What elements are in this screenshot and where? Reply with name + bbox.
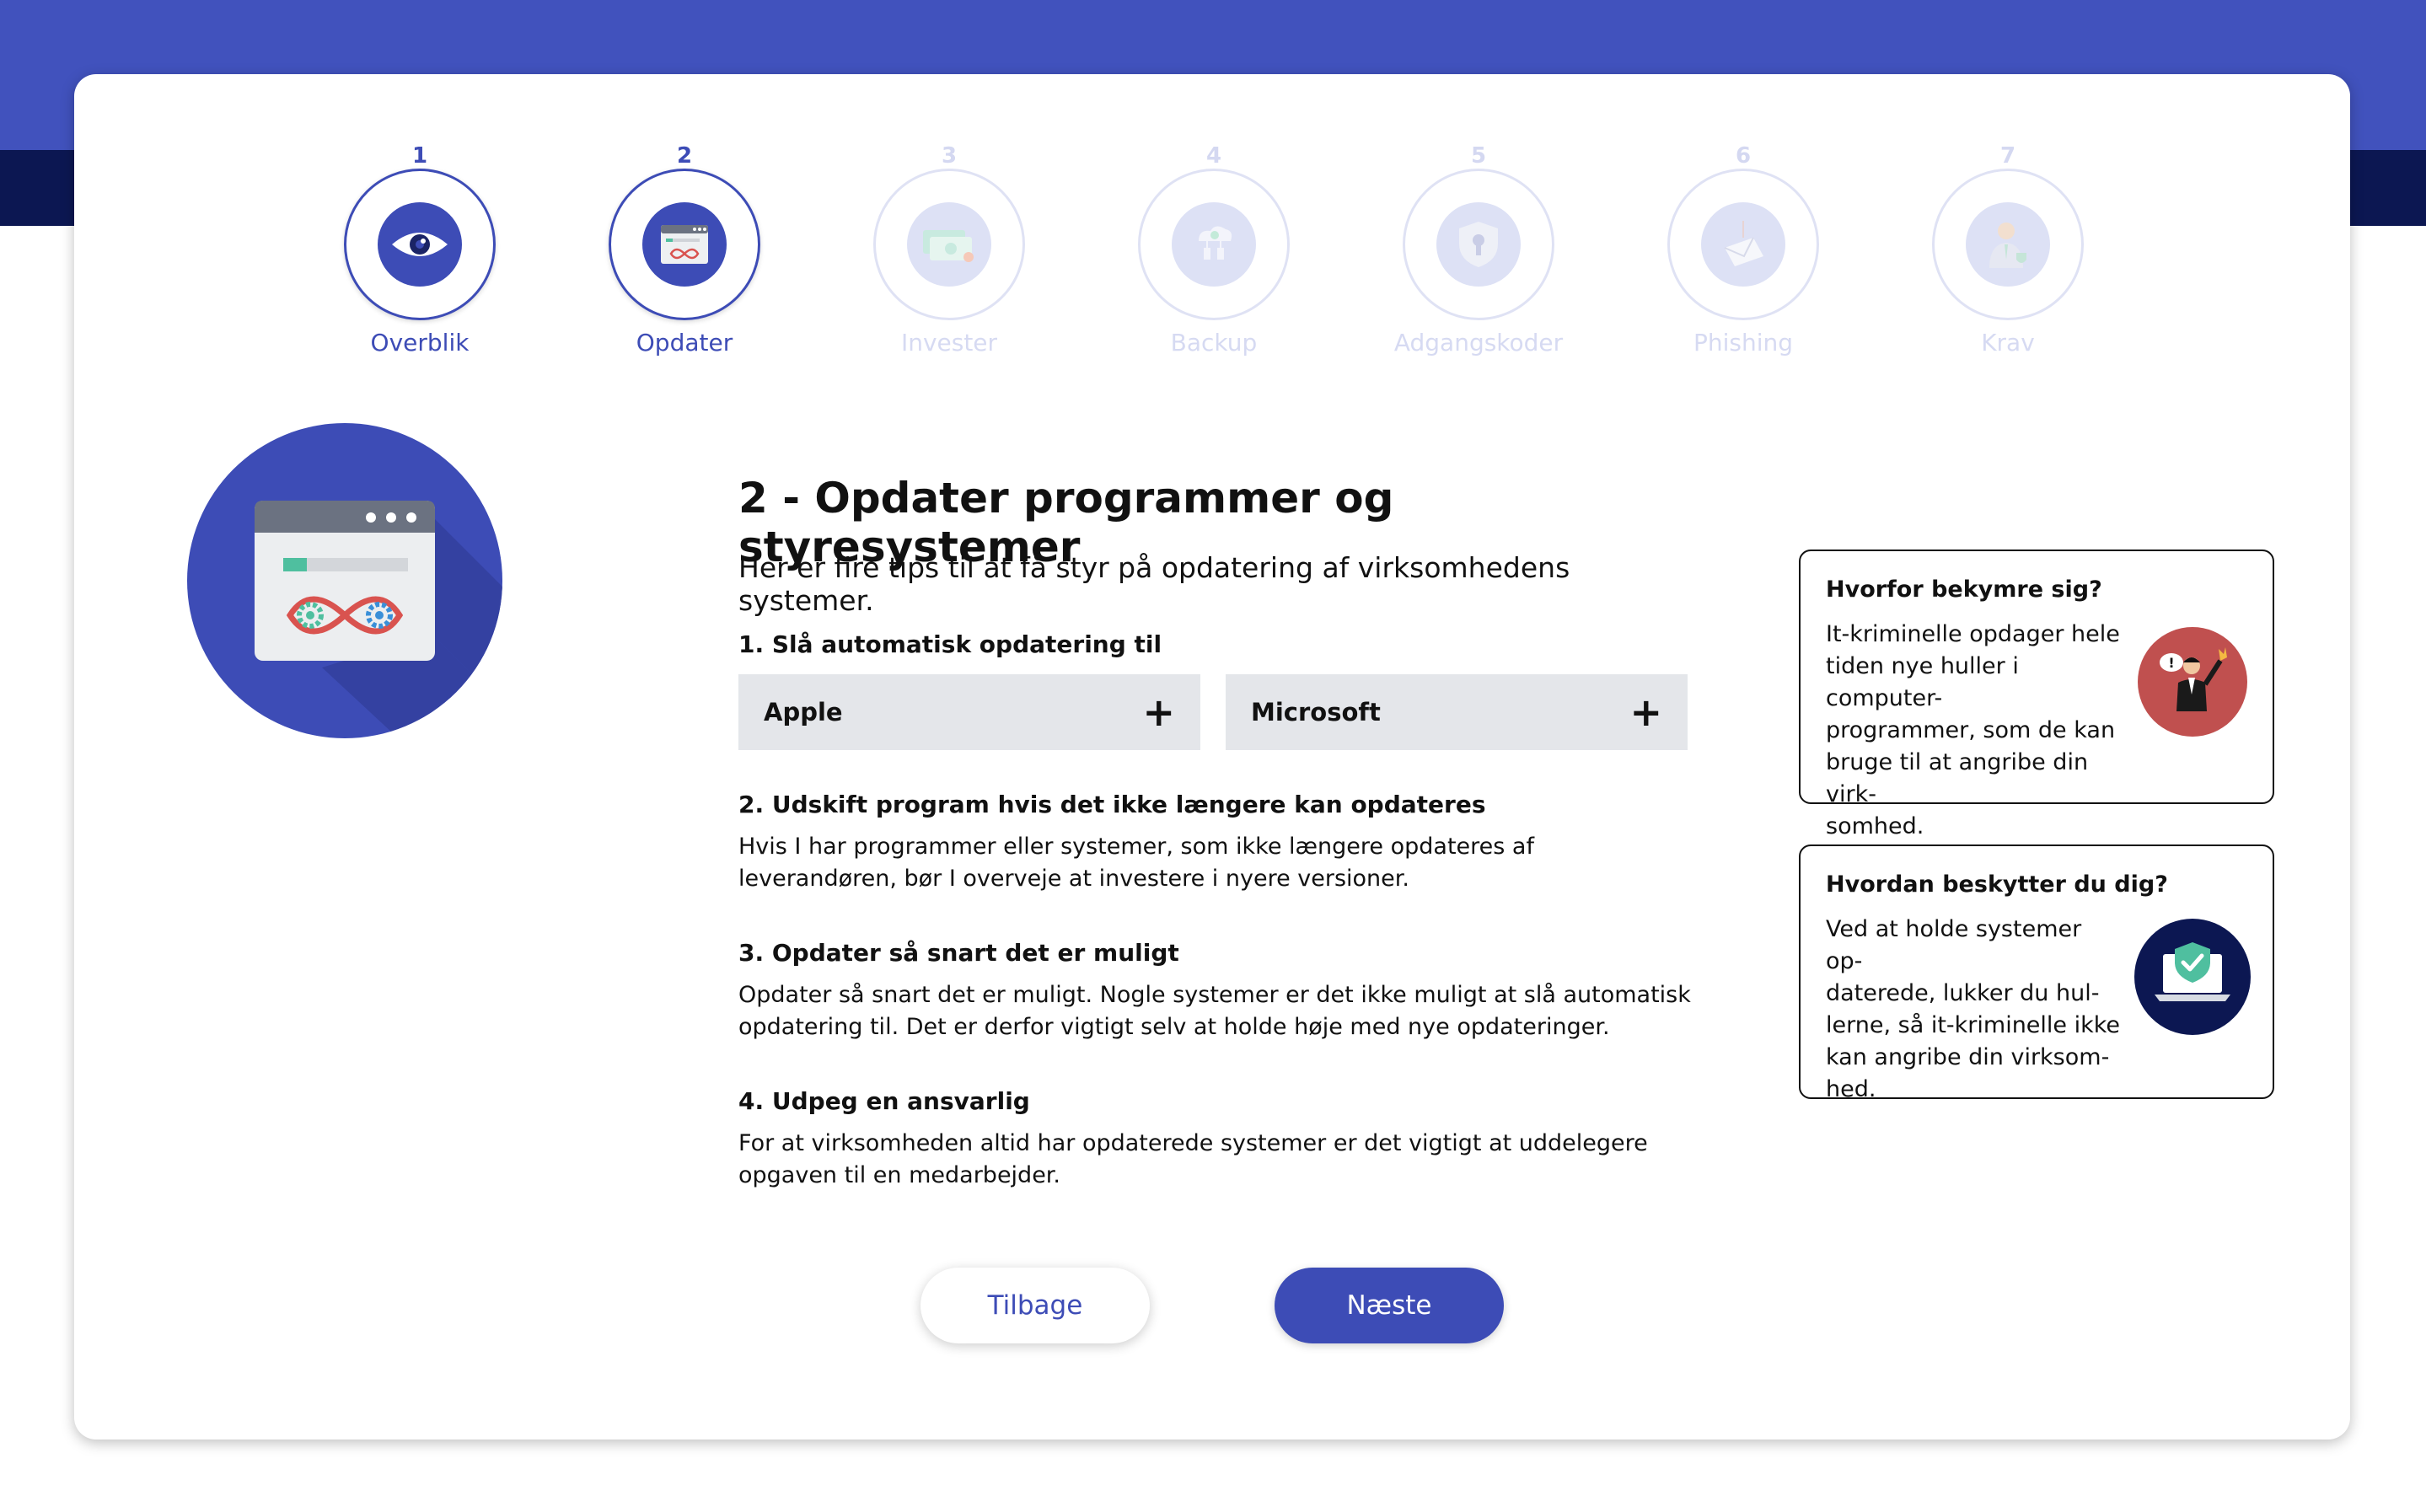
page-intro: Her er fire tips til at få styr på opdat… bbox=[738, 551, 1570, 617]
tip-heading: 1. Slå automatisk opdatering til bbox=[738, 630, 1162, 658]
info-line: hed. bbox=[1826, 1076, 1876, 1102]
info-heading: Hvorfor bekymre sig? bbox=[1826, 576, 2102, 603]
accordion-microsoft[interactable]: Microsoft + bbox=[1226, 674, 1688, 750]
step-ring bbox=[1403, 169, 1554, 320]
plus-icon: + bbox=[1142, 689, 1175, 735]
info-line: programmer, som de kan bbox=[1826, 717, 2116, 743]
cloud-backup-icon bbox=[1172, 202, 1256, 287]
tip-heading: 4. Udpeg en ansvarlig bbox=[738, 1087, 1030, 1115]
tip-text: Hvis I har programmer eller systemer, so… bbox=[738, 834, 1534, 892]
step-ring bbox=[1138, 169, 1290, 320]
info-box-why: Hvorfor bekymre sig? It-kriminelle opdag… bbox=[1799, 550, 2274, 839]
browser-window-icon bbox=[642, 202, 727, 287]
money-icon bbox=[907, 202, 991, 287]
info-line: It-kriminelle opdager hele bbox=[1826, 621, 2120, 647]
step-ring bbox=[344, 169, 496, 320]
info-text: It-kriminelle opdager hele tiden nye hul… bbox=[1826, 619, 2121, 843]
info-line: somhed. bbox=[1826, 813, 1924, 839]
accordion-label: Apple bbox=[764, 698, 843, 727]
hacker-icon: ! bbox=[2138, 627, 2247, 737]
info-line: lerne, så it-kriminelle ikke bbox=[1826, 1012, 2121, 1038]
info-line: kan angribe din virksom- bbox=[1826, 1044, 2110, 1070]
plus-icon: + bbox=[1629, 689, 1662, 735]
step-backup[interactable]: 4 Backup bbox=[1104, 142, 1323, 357]
step-ring bbox=[1932, 169, 2084, 320]
content-card: 1 Overblik 2 Opdater 3 Invester 4 Backup… bbox=[74, 74, 2350, 1440]
step-invester[interactable]: 3 Invester bbox=[840, 142, 1059, 357]
step-label: Overblik bbox=[370, 329, 470, 357]
step-label: Phishing bbox=[1693, 329, 1794, 357]
tip-heading: 3. Opdater så snart det er muligt bbox=[738, 939, 1179, 967]
svg-text:!: ! bbox=[2168, 655, 2174, 671]
step-number: 5 bbox=[1470, 143, 1487, 169]
step-number: 3 bbox=[941, 143, 958, 169]
tip-heading: 2. Udskift program hvis det ikke længere… bbox=[738, 791, 1486, 818]
step-ring bbox=[609, 169, 760, 320]
step-number: 1 bbox=[411, 143, 428, 169]
shield-keyhole-icon bbox=[1436, 202, 1521, 287]
step-number: 2 bbox=[676, 143, 693, 169]
next-button[interactable]: Næste bbox=[1275, 1268, 1504, 1343]
tip-text: For at virksomheden altid har opdaterede… bbox=[738, 1130, 1648, 1188]
phishing-hook-icon bbox=[1701, 202, 1785, 287]
info-heading: Hvordan beskytter du dig? bbox=[1826, 871, 2168, 898]
info-box-how: Hvordan beskytter du dig? Ved at holde s… bbox=[1799, 844, 2274, 1102]
laptop-shield-icon bbox=[2134, 919, 2251, 1035]
step-number: 6 bbox=[1735, 143, 1752, 169]
step-ring bbox=[1667, 169, 1819, 320]
info-text: Ved at holde systemer op- daterede, lukk… bbox=[1826, 914, 2121, 1106]
step-adgangskoder[interactable]: 5 Adgangskoder bbox=[1369, 142, 1588, 357]
step-opdater[interactable]: 2 Opdater bbox=[575, 142, 794, 357]
step-label: Backup bbox=[1170, 329, 1258, 357]
step-label: Krav bbox=[1981, 329, 2035, 357]
info-line: Ved at holde systemer op- bbox=[1826, 916, 2082, 974]
step-number: 7 bbox=[1999, 143, 2016, 169]
step-overblik[interactable]: 1 Overblik bbox=[310, 142, 529, 357]
info-line: daterede, lukker du hul- bbox=[1826, 980, 2100, 1006]
browser-window-infinity-gears-icon bbox=[187, 423, 502, 738]
step-label: Invester bbox=[900, 329, 998, 357]
accordion-apple[interactable]: Apple + bbox=[738, 674, 1200, 750]
step-label: Adgangskoder bbox=[1393, 329, 1564, 357]
step-krav[interactable]: 7 Krav bbox=[1898, 142, 2117, 357]
info-line: tiden nye huller i computer- bbox=[1826, 653, 2019, 711]
tip-text: Opdater så snart det er muligt. Nogle sy… bbox=[738, 982, 1691, 1040]
info-line: bruge til at angribe din virk- bbox=[1826, 749, 2089, 807]
person-badge-icon bbox=[1966, 202, 2050, 287]
step-ring bbox=[873, 169, 1025, 320]
back-button[interactable]: Tilbage bbox=[920, 1268, 1150, 1343]
eye-icon bbox=[378, 202, 462, 287]
step-number: 4 bbox=[1205, 143, 1222, 169]
accordion-label: Microsoft bbox=[1251, 698, 1381, 727]
step-phishing[interactable]: 6 Phishing bbox=[1634, 142, 1853, 357]
step-label: Opdater bbox=[636, 329, 733, 357]
